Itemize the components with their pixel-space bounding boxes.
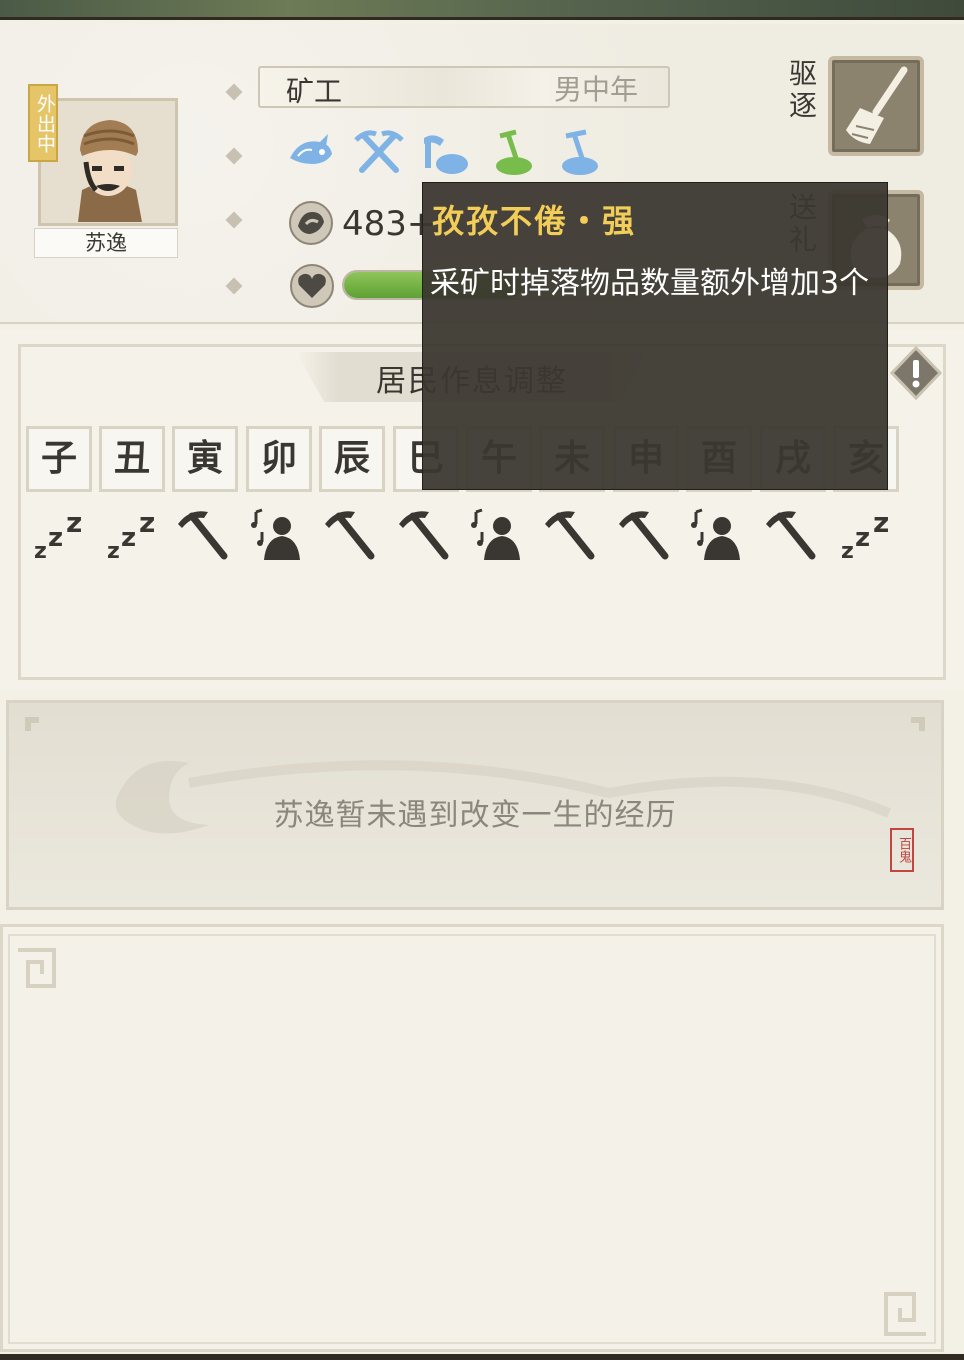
svg-text:z: z [34, 539, 47, 564]
activity-cell-work[interactable] [539, 502, 605, 568]
pickaxe-icon [399, 511, 449, 560]
activity-cell-work[interactable] [172, 502, 238, 568]
pickaxe-icon [178, 511, 228, 560]
activity-cell-rest[interactable] [466, 502, 532, 568]
shovel-green-icon[interactable] [486, 128, 536, 176]
rest-music-icon [251, 508, 300, 560]
favor-coin-icon [289, 201, 333, 245]
activity-cell-sleep[interactable]: zzz [833, 502, 899, 568]
hour-cell-mao[interactable]: 卯 [246, 426, 312, 492]
bottom-edge [0, 1354, 964, 1360]
activity-cell-rest[interactable] [686, 502, 752, 568]
gender-age-label: 男中年 [554, 73, 639, 106]
details-panel-inner-frame [8, 934, 936, 1344]
svg-text:z: z [841, 539, 854, 564]
svg-text:z: z [873, 506, 889, 539]
svg-text:z: z [48, 523, 63, 553]
hour-cell-chen[interactable]: 辰 [319, 426, 385, 492]
activity-cell-sleep[interactable]: zzz [26, 502, 92, 568]
job-label: 矿工 [286, 75, 343, 108]
activity-cell-rest[interactable] [246, 502, 312, 568]
pickaxe-icon [619, 511, 669, 560]
fish-skill-icon[interactable] [286, 128, 336, 176]
avatar [58, 110, 158, 222]
resident-name: 苏逸 [34, 228, 178, 258]
svg-text:z: z [121, 523, 136, 553]
crossed-pickaxes-icon[interactable] [354, 128, 404, 176]
svg-text:z: z [66, 506, 82, 539]
activity-cell-sleep[interactable]: zzz [99, 502, 165, 568]
broom-icon [846, 66, 908, 144]
pickaxe-icon [545, 511, 595, 560]
axe-rock-icon[interactable] [420, 128, 470, 176]
life-story-text: 苏逸暂未遇到改变一生的经历 [273, 798, 677, 833]
activity-cell-work[interactable] [393, 502, 459, 568]
expel-button[interactable] [828, 56, 924, 156]
rest-music-icon [471, 508, 520, 560]
hour-cell-zi[interactable]: 子 [26, 426, 92, 492]
activity-cell-work[interactable] [760, 502, 826, 568]
sleep-icon: zzz [841, 506, 889, 564]
pickaxe-icon [766, 511, 816, 560]
svg-text:z: z [139, 506, 155, 539]
tooltip-title: 孜孜不倦・强 [432, 202, 637, 240]
hour-cell-chou[interactable]: 丑 [99, 426, 165, 492]
tooltip-description: 采矿时掉落物品数量额外增加3个 [430, 266, 870, 301]
shovel-blue-icon[interactable] [552, 128, 602, 176]
corner-ornament [18, 948, 56, 988]
activity-cell-work[interactable] [613, 502, 679, 568]
rest-music-icon [691, 508, 740, 560]
sleep-icon: zzz [34, 506, 82, 564]
heart-icon [290, 264, 334, 308]
svg-text:z: z [855, 523, 870, 553]
svg-text:z: z [107, 539, 120, 564]
seal-stamp: 百鬼 [890, 828, 914, 872]
pickaxe-icon [325, 511, 375, 560]
status-tag-outing: 外出中 [28, 84, 58, 162]
alert-icon[interactable] [890, 346, 942, 400]
expel-label: 驱逐 [788, 57, 817, 122]
sleep-icon: zzz [107, 506, 155, 564]
corner-ornament [884, 1292, 926, 1336]
activity-cell-work[interactable] [319, 502, 385, 568]
hour-cell-yin[interactable]: 寅 [172, 426, 238, 492]
scenery-strip [0, 0, 964, 20]
